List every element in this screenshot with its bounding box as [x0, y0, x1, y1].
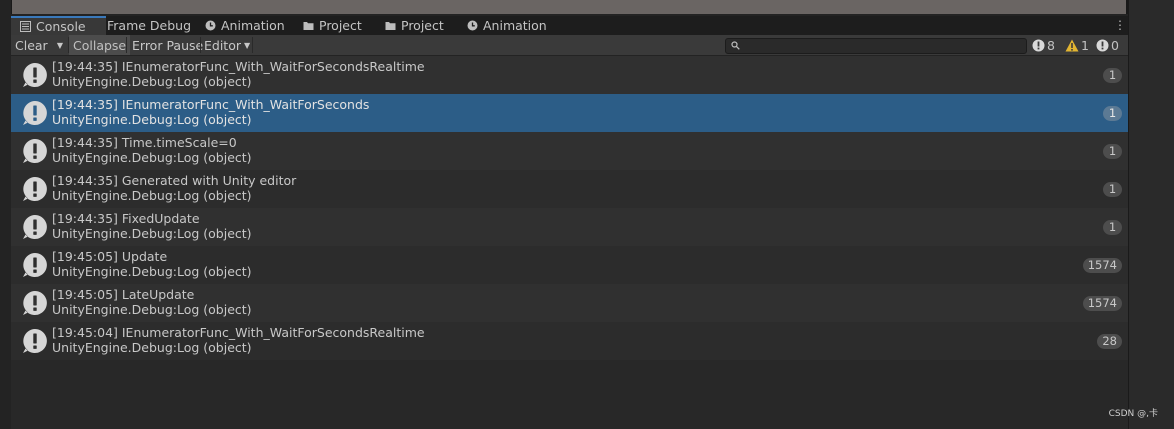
error-icon: [1096, 39, 1109, 51]
more-options-icon[interactable]: ⋮: [1114, 18, 1126, 32]
log-count-badge: 1574: [1082, 258, 1122, 273]
log-count-badge: 1: [1103, 144, 1122, 159]
log-message: [19:44:35] IEnumeratorFunc_With_WaitForS…: [52, 97, 370, 112]
log-count-badge: 1574: [1082, 296, 1122, 311]
log-stack: UnityEngine.Debug:Log (object): [52, 74, 252, 89]
tab-animation[interactable]: Animation: [205, 16, 285, 35]
log-message: [19:45:05] Update: [52, 249, 168, 264]
log-stack: UnityEngine.Debug:Log (object): [52, 264, 252, 279]
collapse-toggle-label: Collapse: [73, 37, 127, 53]
log-message: [19:44:35] Time.timeScale=0: [52, 135, 237, 150]
clear-button-label: Clear: [15, 37, 48, 53]
log-list: [19:44:35] IEnumeratorFunc_With_WaitForS…: [11, 56, 1128, 360]
log-entry[interactable]: [19:44:35] IEnumeratorFunc_With_WaitForS…: [11, 56, 1128, 94]
log-info-icon: [23, 291, 47, 315]
chevron-down-icon: ▼: [244, 40, 251, 50]
log-message: [19:45:04] IEnumeratorFunc_With_WaitForS…: [52, 325, 425, 340]
tab-bar: Console Frame Debug Animation Project Pr…: [11, 16, 1128, 35]
warning-icon: [1065, 39, 1079, 51]
log-entry-selected[interactable]: [19:44:35] IEnumeratorFunc_With_WaitForS…: [11, 94, 1128, 132]
log-stack: UnityEngine.Debug:Log (object): [52, 150, 252, 165]
log-stack: UnityEngine.Debug:Log (object): [52, 226, 252, 241]
editor-dropdown-label: Editor: [204, 37, 241, 53]
log-stack: UnityEngine.Debug:Log (object): [52, 188, 252, 203]
log-entry[interactable]: [19:45:05] Update UnityEngine.Debug:Log …: [11, 246, 1128, 284]
log-info-icon: [23, 177, 47, 201]
log-entry[interactable]: [19:44:35] Time.timeScale=0 UnityEngine.…: [11, 132, 1128, 170]
log-info-icon: [23, 101, 47, 125]
animation-icon: [467, 20, 478, 31]
log-info-icon: [23, 215, 47, 239]
log-info-icon: [23, 63, 47, 87]
left-border: [0, 0, 11, 429]
animation-icon: [205, 20, 216, 31]
error-pause-label: Error Pause: [132, 37, 204, 53]
clear-options-dropdown[interactable]: ▼: [53, 35, 67, 55]
console-icon: [20, 21, 31, 32]
search-icon: [731, 41, 740, 50]
log-stack: UnityEngine.Debug:Log (object): [52, 112, 252, 127]
folder-icon: [385, 22, 396, 30]
warning-filter-toggle[interactable]: 1: [1065, 35, 1089, 55]
chevron-down-icon: ▼: [56, 40, 64, 50]
console-panel: Console Frame Debug Animation Project Pr…: [11, 16, 1128, 429]
log-stack: UnityEngine.Debug:Log (object): [52, 302, 252, 317]
search-field[interactable]: [725, 38, 1027, 54]
tab-animation-2-label: Animation: [483, 18, 547, 33]
log-message: [19:45:05] LateUpdate: [52, 287, 195, 302]
editor-dropdown[interactable]: Editor ▼: [204, 35, 250, 55]
log-info-icon: [23, 139, 47, 163]
collapse-toggle[interactable]: Collapse: [69, 35, 131, 55]
tab-project-2-label: Project: [401, 18, 444, 33]
log-message: [19:44:35] FixedUpdate: [52, 211, 200, 226]
console-toolbar: Clear ▼ Collapse Error Pause Editor ▼ 8 …: [11, 35, 1128, 56]
tab-frame-debug-label: Frame Debug: [107, 18, 192, 33]
log-info-icon: [23, 253, 47, 277]
log-entry[interactable]: [19:45:04] IEnumeratorFunc_With_WaitForS…: [11, 322, 1128, 360]
toolbar-divider: [252, 37, 253, 53]
tab-frame-debug[interactable]: Frame Debug: [107, 16, 191, 35]
tab-animation-2[interactable]: Animation: [467, 16, 547, 35]
right-side-panel: [1128, 0, 1174, 429]
tab-project-label: Project: [319, 18, 362, 33]
warning-count: 1: [1081, 37, 1089, 53]
clear-button[interactable]: Clear: [15, 35, 48, 55]
toolbar-divider: [126, 37, 127, 53]
info-filter-toggle[interactable]: 8: [1032, 35, 1055, 55]
log-count-badge: 1: [1103, 220, 1122, 235]
log-entry[interactable]: [19:44:35] FixedUpdate UnityEngine.Debug…: [11, 208, 1128, 246]
info-icon: [1032, 39, 1045, 51]
info-count: 8: [1047, 37, 1055, 53]
error-pause-toggle[interactable]: Error Pause: [132, 35, 203, 55]
tab-project[interactable]: Project: [303, 16, 362, 35]
log-count-badge: 1: [1103, 68, 1122, 83]
log-stack: UnityEngine.Debug:Log (object): [52, 340, 252, 355]
log-entry[interactable]: [19:45:05] LateUpdate UnityEngine.Debug:…: [11, 284, 1128, 322]
log-info-icon: [23, 329, 47, 353]
log-count-badge: 1: [1103, 106, 1122, 121]
error-filter-toggle[interactable]: 0: [1096, 35, 1119, 55]
tab-animation-label: Animation: [221, 18, 285, 33]
tab-project-2[interactable]: Project: [385, 16, 444, 35]
log-entry[interactable]: [19:44:35] Generated with Unity editor U…: [11, 170, 1128, 208]
log-count-badge: 1: [1103, 182, 1122, 197]
error-count: 0: [1111, 37, 1119, 53]
log-message: [19:44:35] IEnumeratorFunc_With_WaitForS…: [52, 59, 425, 74]
log-message: [19:44:35] Generated with Unity editor: [52, 173, 297, 188]
folder-icon: [303, 22, 314, 30]
log-count-badge: 28: [1097, 334, 1122, 349]
scene-view-strip: [12, 0, 1126, 14]
watermark: CSDN @,卡: [1108, 409, 1158, 419]
toolbar-divider: [200, 37, 201, 53]
tab-console-label: Console: [36, 19, 86, 34]
tab-console[interactable]: Console: [11, 16, 106, 35]
